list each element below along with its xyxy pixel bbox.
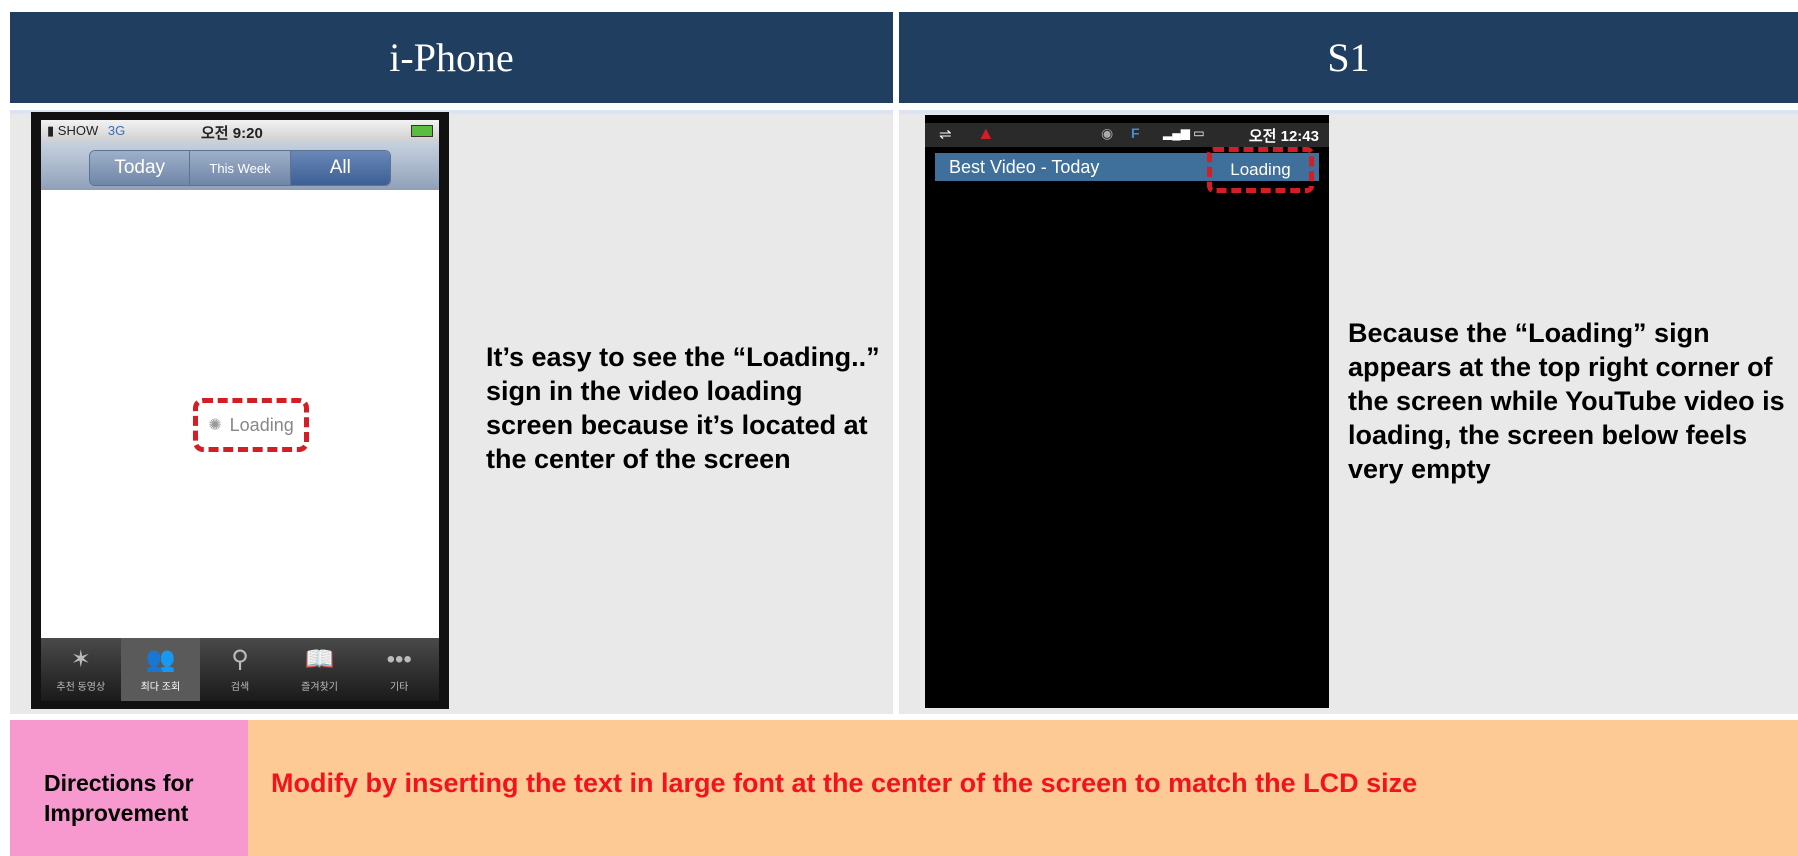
directions-message-cell: Modify by inserting the text in large fo… bbox=[248, 720, 1798, 856]
iphone-nav-bar: Today This Week All bbox=[41, 142, 439, 190]
iphone-status-bar: ▮ SHOW 3G 오전 9:20 bbox=[41, 120, 439, 142]
segment-today[interactable]: Today bbox=[90, 151, 191, 185]
tab-search[interactable]: ⚲ 검색 bbox=[200, 638, 280, 701]
directions-message: Modify by inserting the text in large fo… bbox=[271, 768, 1418, 798]
search-icon: ⚲ bbox=[231, 646, 249, 673]
more-icon: ••• bbox=[386, 646, 412, 673]
app-notification-icon: F bbox=[1131, 125, 1140, 141]
tab-label: 검색 bbox=[230, 682, 250, 693]
iphone-description: It’s easy to see the “Loading..” sign in… bbox=[486, 342, 880, 474]
header-s1: S1 bbox=[899, 12, 1798, 103]
tab-label: 추천 동영상 bbox=[56, 682, 106, 693]
loading-label: Loading bbox=[1230, 160, 1291, 179]
period-segmented-control: Today This Week All bbox=[89, 150, 391, 186]
s1-description: Because the “Loading” sign appears at th… bbox=[1348, 318, 1785, 484]
sync-icon: ◉ bbox=[1101, 125, 1114, 141]
tab-bookmarks[interactable]: 📖 즐겨찾기 bbox=[280, 638, 360, 701]
signal-icon: ▂▄▆ ▭ bbox=[1163, 126, 1205, 140]
segment-all[interactable]: All bbox=[290, 151, 390, 185]
s1-screenshot: ⇌ ▲ ◉ F ▂▄▆ ▭ 오전 12:43 Best Video - Toda… bbox=[925, 115, 1329, 708]
directions-label: Directions for Improvement bbox=[44, 770, 194, 826]
bookmarks-icon: 📖 bbox=[304, 646, 335, 673]
usb-icon: ⇌ bbox=[939, 126, 952, 143]
header-iphone: i-Phone bbox=[10, 12, 893, 103]
tab-label: 최다 조회 bbox=[140, 682, 181, 693]
iphone-loading-highlight: ✺ Loading bbox=[193, 398, 309, 452]
battery-icon bbox=[411, 125, 433, 137]
tab-featured[interactable]: ✶ 추천 동영상 bbox=[41, 638, 121, 701]
tab-label: 기타 bbox=[389, 682, 409, 693]
signal-icon: ▮ bbox=[47, 123, 55, 138]
tab-label: 즐겨찾기 bbox=[301, 682, 338, 693]
segment-this-week[interactable]: This Week bbox=[190, 151, 291, 185]
s1-status-bar: ⇌ ▲ ◉ F ▂▄▆ ▭ 오전 12:43 bbox=[925, 123, 1329, 147]
panel-edge bbox=[899, 110, 1798, 114]
status-time: 오전 9:20 bbox=[201, 125, 263, 142]
featured-icon: ✶ bbox=[70, 646, 91, 673]
tab-most-viewed[interactable]: 👥 최다 조회 bbox=[120, 638, 201, 701]
tab-more[interactable]: ••• 기타 bbox=[359, 638, 439, 701]
network-label: 3G bbox=[107, 123, 126, 138]
most-viewed-icon: 👥 bbox=[145, 646, 176, 673]
directions-label-cell: Directions for Improvement bbox=[10, 720, 248, 856]
spinner-icon: ✺ bbox=[208, 417, 222, 434]
iphone-tab-bar: ✶ 추천 동영상 👥 최다 조회 ⚲ 검색 📖 즐겨찾기 ••• 기타 bbox=[41, 638, 439, 701]
s1-loading-highlight: Loading bbox=[1207, 147, 1314, 193]
carrier-label: SHOW bbox=[57, 123, 99, 138]
warning-icon: ▲ bbox=[977, 123, 995, 143]
s1-title: Best Video - Today bbox=[949, 157, 1100, 177]
status-time: 오전 12:43 bbox=[1248, 128, 1319, 145]
loading-label: Loading bbox=[229, 414, 294, 435]
